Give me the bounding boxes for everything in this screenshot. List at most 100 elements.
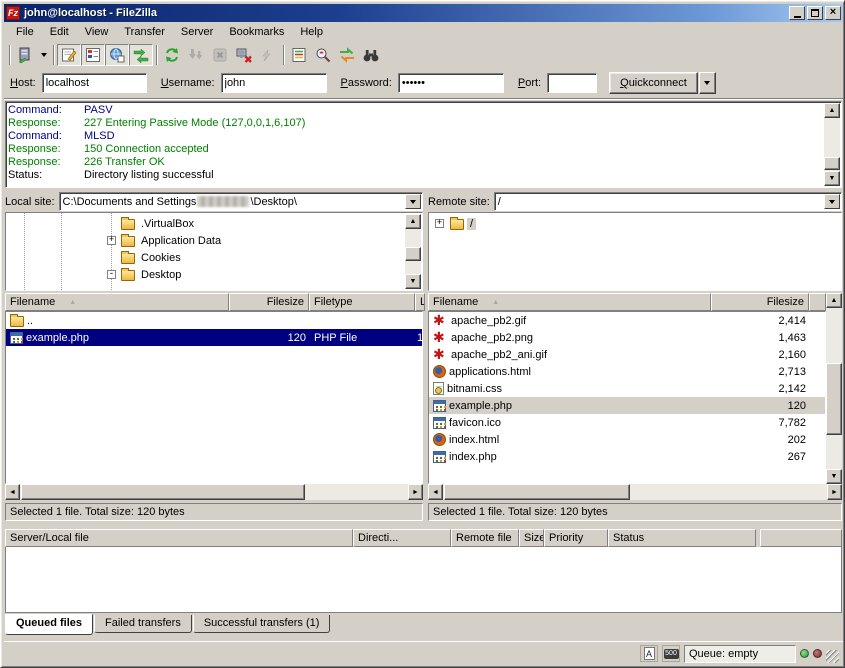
remote-list-scrollbar[interactable]: ▲ ▼ [826, 293, 842, 484]
disconnect-button[interactable] [232, 44, 256, 66]
column-header[interactable]: Size [519, 529, 544, 547]
tree-item[interactable]: Cookies [6, 249, 405, 266]
file-row[interactable]: example.php 120 PHP File 1 [6, 329, 422, 346]
toggle-remote-tree-button[interactable] [105, 44, 129, 66]
host-input[interactable] [42, 73, 147, 93]
combo-dropdown-button[interactable] [405, 194, 421, 209]
process-queue-button[interactable] [184, 44, 208, 66]
scroll-up-button[interactable]: ▲ [405, 214, 421, 229]
column-header[interactable]: L [415, 293, 425, 311]
column-header[interactable]: Filename [5, 293, 229, 311]
scroll-right-button[interactable]: ► [827, 484, 842, 500]
tree-item[interactable]: - Desktop [6, 266, 405, 283]
combo-dropdown-button[interactable] [824, 194, 840, 209]
log-scrollbar[interactable]: ▲ ▼ [824, 103, 840, 186]
local-tree: .VirtualBox + Application Data Cookies - [6, 215, 405, 283]
queue-tab[interactable]: Queued files [5, 614, 93, 635]
filename-cell: example.php [6, 329, 230, 346]
file-row[interactable]: index.html 202 [429, 431, 825, 448]
password-input[interactable] [398, 73, 504, 93]
scrollbar-thumb[interactable] [21, 484, 305, 500]
directory-listing-filters-button[interactable] [287, 44, 311, 66]
tree-expander[interactable]: - [107, 270, 116, 279]
menu-item[interactable]: View [77, 24, 117, 40]
username-input[interactable] [221, 73, 327, 93]
speed-limits-indicator[interactable]: 500 [662, 645, 680, 662]
file-row[interactable]: index.php 267 [429, 448, 825, 465]
find-files-button[interactable] [359, 44, 383, 66]
file-row[interactable]: apache_pb2.gif 2,414 [429, 312, 825, 329]
scrollbar-thumb[interactable] [405, 247, 421, 261]
local-site-combo[interactable]: C:\Documents and Settings\Desktop\ [59, 192, 423, 211]
scroll-left-button[interactable]: ◄ [428, 484, 443, 500]
file-row[interactable]: favicon.ico 7,782 [429, 414, 825, 431]
file-row[interactable]: example.php 120 [429, 397, 825, 414]
scroll-down-button[interactable]: ▼ [405, 274, 421, 289]
remote-hscrollbar[interactable]: ◄ ► [428, 484, 842, 500]
local-hscrollbar[interactable]: ◄ ► [5, 484, 423, 500]
scroll-down-button[interactable]: ▼ [824, 171, 840, 186]
synchronized-browsing-button[interactable] [335, 44, 359, 66]
tree-expander[interactable]: + [435, 219, 444, 228]
column-header[interactable]: Server/Local file [5, 529, 353, 547]
reconnect-button[interactable] [256, 44, 280, 66]
remote-site-combo[interactable]: / [494, 192, 842, 211]
column-header[interactable]: Filesize [229, 293, 309, 311]
tree-expander[interactable]: + [107, 236, 116, 245]
site-manager-button[interactable] [13, 44, 37, 66]
maximize-button[interactable] [807, 6, 823, 20]
scroll-down-button[interactable]: ▼ [826, 469, 842, 484]
scrollbar-thumb[interactable] [444, 484, 630, 500]
quickconnect-button[interactable]: Quickconnect [609, 72, 698, 94]
column-header[interactable]: Filename [428, 293, 711, 311]
menu-item[interactable]: Transfer [116, 24, 173, 40]
resize-grip[interactable] [826, 650, 839, 663]
data-type-indicator[interactable]: A [640, 645, 658, 662]
filezilla-app-icon[interactable]: Fz [6, 6, 20, 20]
column-header[interactable]: Priority [544, 529, 608, 547]
scroll-up-button[interactable]: ▲ [824, 103, 840, 118]
modified-cell [416, 312, 423, 329]
toggle-transfer-queue-button[interactable] [129, 44, 153, 66]
scroll-up-button[interactable]: ▲ [826, 293, 842, 308]
menu-item[interactable]: Server [173, 24, 221, 40]
port-input[interactable] [547, 73, 597, 93]
local-tree-scrollbar[interactable]: ▲ ▼ [405, 214, 421, 289]
remote-tree-icon [108, 46, 126, 64]
scroll-left-button[interactable]: ◄ [5, 484, 20, 500]
column-header[interactable]: Status [608, 529, 756, 547]
directory-comparison-button[interactable] [311, 44, 335, 66]
file-row[interactable]: .. [6, 312, 422, 329]
close-button[interactable]: × [825, 6, 841, 20]
binoculars-icon [362, 46, 380, 64]
column-header[interactable]: Remote file [451, 529, 519, 547]
menu-item[interactable]: Bookmarks [221, 24, 292, 40]
quickconnect-dropdown[interactable] [699, 72, 716, 94]
local-tree-panel: .VirtualBox + Application Data Cookies - [5, 212, 423, 291]
scrollbar-thumb[interactable] [824, 157, 840, 170]
scrollbar-thumb[interactable] [826, 363, 842, 435]
queue-tabs: Queued filesFailed transfersSuccessful t… [5, 615, 330, 637]
menu-item[interactable]: File [8, 24, 42, 40]
minimize-button[interactable] [789, 6, 805, 20]
file-row[interactable]: bitnami.css 2,142 [429, 380, 825, 397]
cancel-operation-button[interactable] [208, 44, 232, 66]
column-header[interactable]: Filetype [309, 293, 415, 311]
column-header[interactable]: Filesize [711, 293, 809, 311]
file-row[interactable]: apache_pb2.png 1,463 [429, 329, 825, 346]
file-row[interactable]: apache_pb2_ani.gif 2,160 [429, 346, 825, 363]
scroll-right-button[interactable]: ► [408, 484, 423, 500]
toggle-message-log-button[interactable] [57, 44, 81, 66]
menu-item[interactable]: Edit [42, 24, 77, 40]
site-manager-dropdown[interactable] [37, 44, 50, 66]
menu-item[interactable]: Help [292, 24, 331, 40]
tree-item[interactable]: + Application Data [6, 232, 405, 249]
toggle-local-tree-button[interactable] [81, 44, 105, 66]
file-row[interactable]: applications.html 2,713 [429, 363, 825, 380]
tree-item[interactable]: + / [429, 215, 841, 232]
column-header[interactable]: Directi... [353, 529, 451, 547]
queue-tab[interactable]: Failed transfers [94, 615, 192, 633]
tree-item[interactable]: .VirtualBox [6, 215, 405, 232]
queue-tab[interactable]: Successful transfers (1) [193, 615, 331, 633]
refresh-button[interactable] [160, 44, 184, 66]
